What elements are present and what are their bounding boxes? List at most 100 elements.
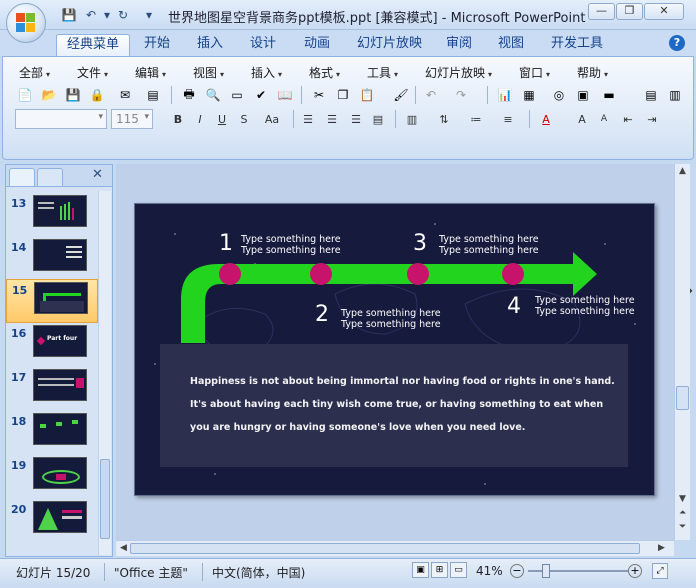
tab-home[interactable]: 开始	[134, 34, 180, 56]
decrease-indent-icon[interactable]: ⇤	[619, 110, 637, 128]
slide-thumbnail-17[interactable]: 17	[6, 367, 98, 411]
scroll-right-icon[interactable]: ▶	[658, 543, 665, 553]
slide-thumbnail-13[interactable]: 13	[6, 193, 98, 237]
new-slide-icon[interactable]: ▤	[641, 85, 661, 105]
cut-icon[interactable]: ✂	[309, 85, 329, 105]
help-icon[interactable]: ?	[669, 35, 685, 51]
outline-tab[interactable]	[37, 168, 63, 186]
menu-all[interactable]: 全部 ▾	[19, 64, 50, 81]
redo-icon[interactable]: ↻	[114, 6, 132, 24]
scroll-down-icon[interactable]: ▼	[679, 494, 686, 504]
font-size-combo[interactable]: 115 ▾	[111, 109, 153, 129]
insert-clipart-icon[interactable]: ◎	[549, 85, 569, 105]
shrink-font-icon[interactable]: A	[595, 110, 613, 128]
zoom-out-icon[interactable]: −	[510, 564, 524, 578]
zoom-in-icon[interactable]: +	[628, 564, 642, 578]
redo-icon[interactable]: ↷	[451, 85, 471, 105]
slide-thumbnail-15[interactable]: 15	[6, 279, 98, 323]
tab-review[interactable]: 审阅	[436, 34, 482, 56]
research-icon[interactable]: 📖	[275, 85, 295, 105]
color-grayscale-icon[interactable]: ▣	[573, 85, 593, 105]
zoom-slider-thumb[interactable]	[542, 564, 550, 578]
slides-tab[interactable]	[9, 168, 35, 186]
increase-indent-icon[interactable]: ⇥	[643, 110, 661, 128]
insert-chart-icon[interactable]: 📊	[495, 85, 515, 105]
underline-icon[interactable]: U	[213, 110, 231, 128]
restore-button[interactable]: ❐	[616, 3, 643, 20]
permission-icon[interactable]: 🔒	[87, 85, 107, 105]
slide-layout-icon[interactable]: ▥	[665, 85, 685, 105]
bullets-icon[interactable]: ≡	[499, 110, 517, 128]
tab-insert[interactable]: 插入	[187, 34, 233, 56]
insert-table-icon[interactable]: ▦	[519, 85, 539, 105]
copy-icon[interactable]: ❐	[333, 85, 353, 105]
next-slide-icon[interactable]: ⏷	[679, 522, 686, 532]
tab-view[interactable]: 视图	[488, 34, 534, 56]
scroll-left-icon[interactable]: ◀	[120, 543, 127, 553]
office-button[interactable]	[6, 3, 46, 43]
previous-slide-icon[interactable]: ⏶	[679, 508, 686, 518]
customize-quick-access-icon[interactable]: ▾	[140, 6, 158, 24]
minimize-button[interactable]: —	[588, 3, 615, 20]
tab-animations[interactable]: 动画	[294, 34, 340, 56]
email-icon[interactable]: ✉	[115, 85, 135, 105]
slide-sorter-icon[interactable]: ⊞	[431, 562, 448, 578]
menu-edit[interactable]: 编辑 ▾	[135, 64, 166, 81]
save-icon[interactable]: 💾	[63, 85, 83, 105]
slide-thumbnail-19[interactable]: 19	[6, 455, 98, 499]
tab-developer[interactable]: 开发工具	[541, 34, 613, 56]
slide-thumbnail-20[interactable]: 20	[6, 499, 98, 543]
scrollbar-thumb[interactable]	[676, 386, 689, 410]
page-setup-icon[interactable]: ▭	[227, 85, 247, 105]
fit-to-window-icon[interactable]: ⤢	[652, 563, 668, 579]
text-direction-icon[interactable]: ⇅	[435, 110, 453, 128]
align-left-icon[interactable]: ☰	[299, 110, 317, 128]
undo-icon[interactable]: ↶	[421, 85, 441, 105]
open-icon[interactable]: 📂	[39, 85, 59, 105]
slide-thumbnail-18[interactable]: 18	[6, 411, 98, 455]
scrollbar-thumb[interactable]	[130, 543, 640, 554]
menu-window[interactable]: 窗口 ▾	[519, 64, 550, 81]
close-button[interactable]: ✕	[644, 3, 684, 20]
paste-icon[interactable]: 📋	[357, 85, 377, 105]
font-name-combo[interactable]: ▾	[15, 109, 107, 129]
publish-icon[interactable]: ▤	[143, 85, 163, 105]
show-formatting-icon[interactable]: ▬	[599, 85, 619, 105]
shadow-icon[interactable]: S	[235, 110, 253, 128]
vertical-scrollbar[interactable]: ▲ ▼ ⏶ ⏷	[674, 164, 690, 540]
spelling-icon[interactable]: ✔	[251, 85, 271, 105]
slide-thumbnail-16[interactable]: 16 Part four	[6, 323, 98, 367]
horizontal-scrollbar[interactable]: ◀ ▶	[116, 540, 674, 556]
print-preview-icon[interactable]: 🔍	[203, 85, 223, 105]
zoom-level[interactable]: 41%	[476, 564, 503, 578]
tab-slideshow[interactable]: 幻灯片放映	[347, 34, 432, 56]
slideshow-view-icon[interactable]: ▭	[450, 562, 467, 578]
menu-insert[interactable]: 插入 ▾	[251, 64, 282, 81]
format-painter-icon[interactable]: 🖌	[391, 85, 411, 105]
menu-slideshow[interactable]: 幻灯片放映 ▾	[425, 64, 492, 81]
menu-format[interactable]: 格式 ▾	[309, 64, 340, 81]
slide-thumbnail-14[interactable]: 14	[6, 237, 98, 281]
change-case-icon[interactable]: Aa	[259, 110, 285, 128]
normal-view-icon[interactable]: ▣	[412, 562, 429, 578]
current-slide[interactable]: 1 Type something here Type something her…	[134, 203, 655, 496]
italic-icon[interactable]: I	[191, 110, 209, 128]
slides-pane-scrollbar[interactable]	[98, 191, 111, 555]
grow-font-icon[interactable]: A	[573, 110, 591, 128]
scroll-up-icon[interactable]: ▲	[679, 166, 686, 176]
justify-icon[interactable]: ▤	[369, 110, 387, 128]
numbering-icon[interactable]: ≔	[467, 110, 485, 128]
align-right-icon[interactable]: ☰	[347, 110, 365, 128]
menu-file[interactable]: 文件 ▾	[77, 64, 108, 81]
save-icon[interactable]: 💾	[60, 6, 78, 24]
close-pane-icon[interactable]: ✕	[92, 167, 103, 182]
columns-icon[interactable]: ▥	[403, 110, 421, 128]
language-indicator[interactable]: 中文(简体，中国)	[212, 564, 305, 581]
menu-view[interactable]: 视图 ▾	[193, 64, 224, 81]
tab-design[interactable]: 设计	[240, 34, 286, 56]
new-icon[interactable]: 📄	[15, 85, 35, 105]
scrollbar-thumb[interactable]	[100, 459, 110, 539]
menu-help[interactable]: 帮助 ▾	[577, 64, 608, 81]
font-color-icon[interactable]: A	[537, 110, 555, 128]
menu-tools[interactable]: 工具 ▾	[367, 64, 398, 81]
